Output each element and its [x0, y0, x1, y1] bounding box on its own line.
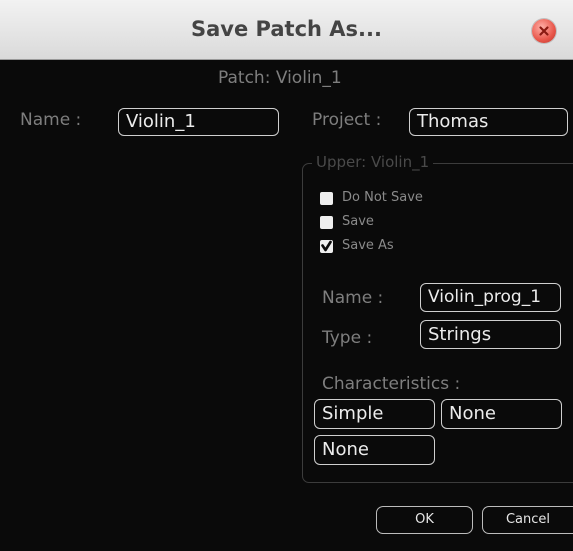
close-button[interactable]: [532, 19, 556, 43]
patch-caption: Patch: Violin_1: [218, 68, 342, 88]
project-field[interactable]: Thomas: [409, 108, 568, 136]
project-label: Project :: [312, 110, 382, 130]
close-icon: [539, 26, 549, 36]
save-as-checkbox[interactable]: [320, 240, 333, 253]
upper-group-legend: Upper: Violin_1: [312, 153, 434, 171]
characteristic-1-field[interactable]: Simple: [314, 399, 435, 429]
type-field[interactable]: Strings: [420, 320, 561, 349]
upper-name-field[interactable]: Violin_prog_1: [420, 283, 561, 312]
characteristic-2-field[interactable]: None: [441, 399, 562, 429]
do-not-save-checkbox[interactable]: [320, 192, 333, 205]
ok-button[interactable]: OK: [376, 506, 473, 534]
do-not-save-label: Do Not Save: [342, 190, 423, 205]
title-bar[interactable]: Save Patch As...: [0, 0, 573, 60]
dialog-title: Save Patch As...: [191, 17, 382, 41]
save-checkbox[interactable]: [320, 216, 333, 229]
patch-name-field[interactable]: Violin_1: [118, 108, 279, 136]
characteristic-3-field[interactable]: None: [314, 435, 435, 465]
save-label: Save: [342, 214, 374, 229]
cancel-button[interactable]: Cancel: [482, 506, 573, 534]
upper-name-label: Name :: [322, 288, 384, 308]
type-label: Type :: [322, 328, 373, 348]
save-as-label: Save As: [342, 238, 394, 253]
patch-name-label: Name :: [20, 110, 82, 130]
save-patch-dialog: Save Patch As... Patch: Violin_1 Name : …: [0, 0, 573, 551]
checkmark-icon: [321, 240, 332, 252]
characteristics-label: Characteristics :: [322, 374, 461, 394]
